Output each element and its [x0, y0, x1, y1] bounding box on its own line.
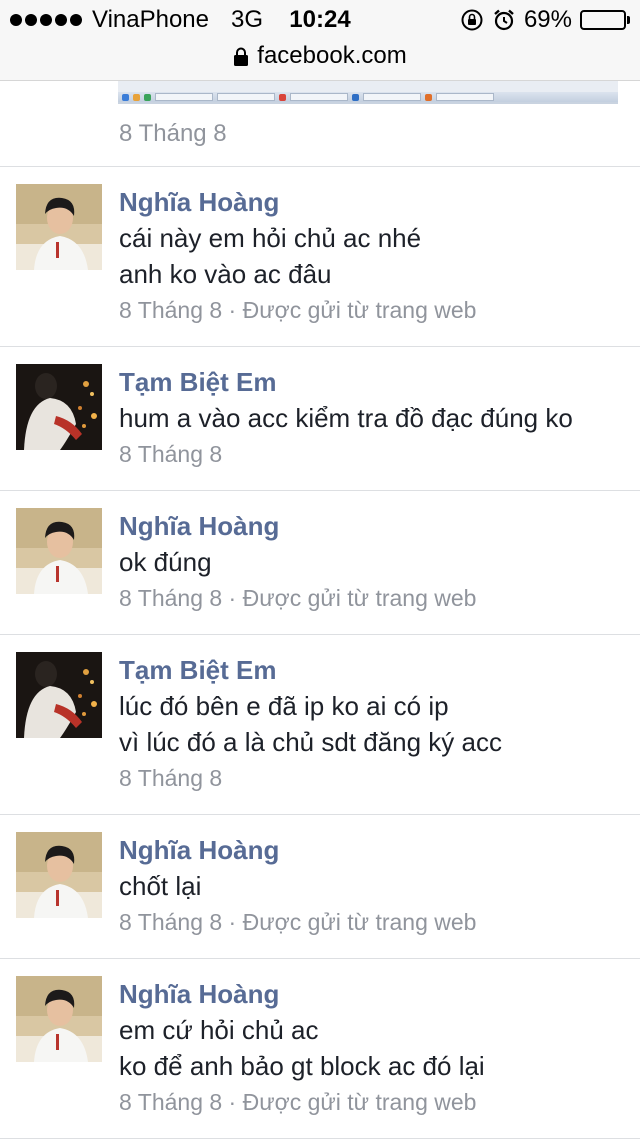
comment-body: Nghĩa Hoàng chốt lại 8 Tháng 8 · Được gửi …	[119, 832, 630, 940]
avatar[interactable]	[16, 976, 102, 1062]
comment-author-link[interactable]: Nghĩa Hoàng	[119, 184, 630, 220]
comment-author-link[interactable]: Nghĩa Hoàng	[119, 508, 630, 544]
battery-percent: 69%	[523, 6, 572, 33]
comment-item: Nghĩa Hoàng ok đúng 8 Tháng 8 · Được gửi t…	[0, 491, 640, 635]
status-right: 69%	[460, 6, 630, 34]
attached-screenshot-image[interactable]	[118, 80, 618, 104]
comment-item: Tạm Biệt Em lúc đó bên e đã ip ko ai có i…	[0, 635, 640, 815]
comment-timestamp[interactable]: 8 Tháng 8 · Được gửi từ trang web	[119, 292, 630, 328]
alarm-icon	[492, 8, 516, 32]
comment-timestamp[interactable]: 8 Tháng 8	[119, 120, 227, 148]
browser-top-bar: VinaPhone 3G 10:24 69% facebook.com	[0, 0, 640, 81]
avatar[interactable]	[16, 184, 102, 270]
comment-text-line: ko để anh bảo gt block ac đó lại	[119, 1051, 485, 1081]
comment-thread: 8 Tháng 8 Nghĩa Hoàng cái này em hỏi chủ …	[0, 80, 640, 1139]
avatar[interactable]	[16, 652, 102, 738]
comment-body: Tạm Biệt Em lúc đó bên e đã ip ko ai có i…	[119, 652, 630, 796]
comment-item: Nghĩa Hoàng chốt lại 8 Tháng 8 · Được gửi …	[0, 815, 640, 959]
comment-text-line: cái này em hỏi chủ ac nhé	[119, 223, 422, 253]
avatar[interactable]	[16, 364, 102, 450]
comment-text-line: vì lúc đó a là chủ sdt đăng ký acc	[119, 727, 502, 757]
lock-icon	[233, 46, 249, 66]
comment-text-line: ok đúng	[119, 547, 212, 577]
comment-timestamp[interactable]: 8 Tháng 8	[119, 436, 630, 472]
comment-timestamp[interactable]: 8 Tháng 8	[119, 760, 630, 796]
avatar[interactable]	[16, 508, 102, 594]
comment-body: Nghĩa Hoàng cái này em hỏi chủ ac nhé anh …	[119, 184, 630, 328]
comment-author-link[interactable]: Tạm Biệt Em	[119, 652, 630, 688]
comment-text-line: lúc đó bên e đã ip ko ai có ip	[119, 691, 449, 721]
comment-author-link[interactable]: Nghĩa Hoàng	[119, 976, 630, 1012]
comment-text-line: chốt lại	[119, 871, 202, 901]
comment-item: Nghĩa Hoàng cái này em hỏi chủ ac nhé anh …	[0, 167, 640, 347]
url-domain: facebook.com	[257, 42, 407, 69]
comment-timestamp[interactable]: 8 Tháng 8 · Được gửi từ trang web	[119, 904, 630, 940]
comment-author-link[interactable]: Nghĩa Hoàng	[119, 832, 630, 868]
comment-timestamp[interactable]: 8 Tháng 8 · Được gửi từ trang web	[119, 580, 630, 616]
comment-timestamp[interactable]: 8 Tháng 8 · Được gửi từ trang web	[119, 1084, 630, 1120]
comment-body: Nghĩa Hoàng em cứ hỏi chủ ac ko để anh bảo…	[119, 976, 630, 1120]
comment-body: Nghĩa Hoàng ok đúng 8 Tháng 8 · Được gửi t…	[119, 508, 630, 616]
comment-text-line: anh ko vào ac đâu	[119, 259, 332, 289]
url-bar[interactable]: facebook.com	[0, 40, 640, 72]
comment-body: Tạm Biệt Em hum a vào acc kiểm tra đồ đạc…	[119, 364, 630, 472]
comment-item: Nghĩa Hoàng em cứ hỏi chủ ac ko để anh bảo…	[0, 959, 640, 1139]
comment-text-line: hum a vào acc kiểm tra đồ đạc đúng ko	[119, 403, 573, 433]
previous-comment-partial: 8 Tháng 8	[0, 80, 640, 167]
comment-author-link[interactable]: Tạm Biệt Em	[119, 364, 630, 400]
status-bar: VinaPhone 3G 10:24 69%	[0, 0, 640, 40]
comment-text-line: em cứ hỏi chủ ac	[119, 1015, 319, 1045]
avatar[interactable]	[16, 832, 102, 918]
orientation-lock-icon	[460, 8, 484, 32]
comment-item: Tạm Biệt Em hum a vào acc kiểm tra đồ đạc…	[0, 347, 640, 491]
battery-icon	[580, 10, 630, 30]
